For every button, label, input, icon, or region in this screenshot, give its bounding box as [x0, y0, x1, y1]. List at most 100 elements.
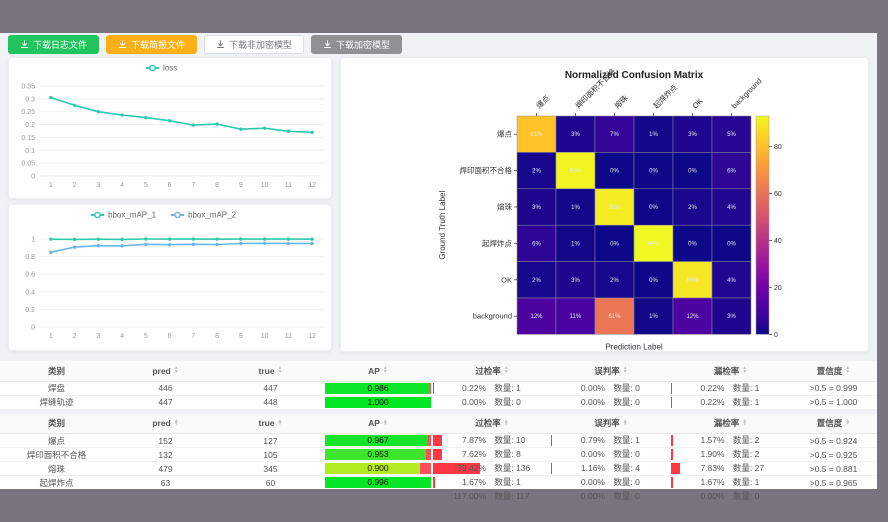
true-count-cell: 60 [218, 476, 323, 490]
dashboard-content: 下载日志文件 下载简报文件 下载非加密模型 下载加密模型 loss00.050.… [0, 33, 877, 489]
metric-count: 数量: 1 [494, 382, 520, 395]
download-icon [216, 40, 225, 49]
svg-text:loss: loss [163, 64, 177, 73]
confusion-matrix-heatmap: Normalized Confusion Matrix81%3%7%1%3%5%… [341, 58, 869, 352]
column-header-label: true [258, 418, 274, 428]
download-plain-model-button[interactable]: 下载非加密模型 [204, 35, 304, 54]
column-header[interactable]: pred▲▼ [113, 414, 218, 434]
sort-icon[interactable]: ▲▼ [742, 420, 747, 427]
svg-text:3%: 3% [571, 132, 580, 138]
svg-text:92%: 92% [569, 169, 582, 175]
sort-icon[interactable]: ▲▼ [742, 367, 747, 374]
svg-text:2: 2 [73, 182, 77, 189]
column-header[interactable]: pred▲▼ [113, 361, 218, 381]
column-header[interactable]: AP▲▼ [323, 414, 433, 434]
svg-text:0.3: 0.3 [25, 96, 35, 103]
misjudge-cell: 0.00%数量: 0 [551, 476, 671, 490]
metric-count: 数量: 2 [733, 448, 759, 461]
column-header[interactable]: 漏检率▲▼ [671, 361, 790, 381]
column-header[interactable]: 置信度▲▼ [790, 414, 877, 434]
column-header[interactable]: 置信度▲▼ [790, 361, 877, 381]
svg-text:1: 1 [31, 237, 35, 244]
column-header[interactable]: 过检率▲▼ [433, 361, 551, 381]
svg-text:7: 7 [191, 333, 195, 340]
column-header[interactable]: 漏检率▲▼ [671, 414, 790, 434]
sort-icon[interactable]: ▲▼ [845, 367, 850, 374]
metrics-table-1: 类别pred▲▼true▲▼AP▲▼过检率▲▼误判率▲▼漏检率▲▼置信度▲▼焊盘… [0, 361, 877, 410]
confidence-cell: >0.5 = 0.965 [790, 476, 877, 490]
sort-icon[interactable]: ▲▼ [174, 367, 179, 374]
confidence-cell: >0.5 = 0.925 [790, 448, 877, 462]
svg-text:OK: OK [501, 275, 512, 284]
ap-value: 0.967 [325, 435, 431, 446]
metric-percent: 1.67% [433, 476, 486, 489]
metric-count: 数量: 1 [733, 382, 759, 395]
metric-percent: 1.90% [671, 448, 725, 461]
column-header[interactable]: AP▲▼ [323, 361, 433, 381]
metric-count: 数量: 4 [613, 462, 639, 475]
column-header[interactable]: 误判率▲▼ [551, 414, 671, 434]
column-header-label: 置信度 [817, 417, 843, 429]
sort-icon[interactable]: ▲▼ [504, 367, 509, 374]
confidence-cell: >0.5 = 1.000 [790, 395, 877, 409]
sort-icon[interactable]: ▲▼ [383, 367, 388, 374]
over-detection-cell: 39.42%数量: 136 [433, 462, 551, 476]
metric-count: 数量: 2 [733, 434, 759, 447]
metric-percent: 117.00% [433, 490, 486, 503]
svg-text:0%: 0% [610, 169, 619, 175]
column-header[interactable]: 误判率▲▼ [551, 361, 671, 381]
svg-text:1: 1 [49, 182, 53, 189]
metrics-tables: 类别pred▲▼true▲▼AP▲▼过检率▲▼误判率▲▼漏检率▲▼置信度▲▼焊盘… [0, 361, 877, 504]
misjudge-cell: 0.00%数量: 0 [551, 395, 671, 409]
table-row: 焊缝轨迹4474481.0000.00%数量: 00.00%数量: 00.22%… [0, 395, 877, 409]
svg-text:0.6: 0.6 [25, 272, 35, 279]
loss-line-chart[interactable]: loss00.050.10.150.20.250.30.351234567891… [9, 58, 332, 199]
sort-icon[interactable]: ▲▼ [623, 367, 628, 374]
metric-percent: 0.00% [433, 396, 486, 409]
download-log-label: 下载日志文件 [33, 38, 87, 51]
metric-count: 数量: 27 [733, 462, 764, 475]
column-header-label: 类别 [48, 365, 65, 377]
sort-icon[interactable]: ▲▼ [383, 420, 388, 427]
svg-text:1%: 1% [649, 132, 658, 138]
metric-percent: 7.83% [671, 462, 725, 475]
download-icon [20, 40, 29, 49]
download-log-button[interactable]: 下载日志文件 [8, 35, 99, 54]
over-detection-cell: 0.22%数量: 1 [433, 381, 551, 395]
sort-icon[interactable]: ▲▼ [278, 367, 283, 374]
svg-text:background: background [730, 76, 764, 110]
metric-count: 数量: 0 [613, 382, 639, 395]
svg-text:8: 8 [215, 182, 219, 189]
category-cell: 爆点 [0, 434, 113, 448]
download-brief-label: 下载简报文件 [131, 38, 185, 51]
category-cell: 熔珠 [0, 462, 113, 476]
svg-text:11: 11 [285, 182, 292, 189]
metric-percent: 1.67% [671, 476, 725, 489]
column-header[interactable]: true ▲▼ [218, 414, 323, 434]
svg-text:0.15: 0.15 [21, 135, 35, 142]
metric-count: 数量: 0 [613, 490, 639, 503]
metric-percent: 7.62% [433, 448, 486, 461]
column-header[interactable]: 过检率▲▼ [433, 414, 551, 434]
svg-text:4: 4 [120, 182, 124, 189]
sort-icon[interactable]: ▲▼ [174, 420, 179, 427]
category-cell: 焊缝轨迹 [0, 395, 113, 409]
svg-text:12: 12 [308, 182, 316, 189]
svg-text:10: 10 [261, 333, 269, 340]
metric-percent: 0.79% [551, 434, 605, 447]
svg-text:起焊炸点: 起焊炸点 [651, 82, 680, 111]
svg-text:60: 60 [774, 191, 782, 198]
sort-icon[interactable]: ▲▼ [845, 420, 850, 427]
sort-icon[interactable]: ▲▼ [623, 420, 628, 427]
download-encrypted-model-button[interactable]: 下载加密模型 [311, 35, 402, 54]
bbox-map-line-chart[interactable]: bbox_mAP_1bbox_mAP_200.20.40.60.81123456… [9, 205, 332, 351]
sort-icon[interactable]: ▲▼ [278, 420, 283, 427]
misjudge-cell: 0.00%数量: 0 [551, 448, 671, 462]
sort-icon[interactable]: ▲▼ [504, 420, 509, 427]
svg-text:6: 6 [168, 333, 172, 340]
download-brief-button[interactable]: 下载简报文件 [106, 35, 197, 54]
column-header[interactable]: true▲▼ [218, 361, 323, 381]
over-detection-cell: 7.87%数量: 10 [433, 434, 551, 448]
ap-cell: 0.996 [323, 476, 433, 490]
svg-text:0%: 0% [610, 241, 619, 247]
